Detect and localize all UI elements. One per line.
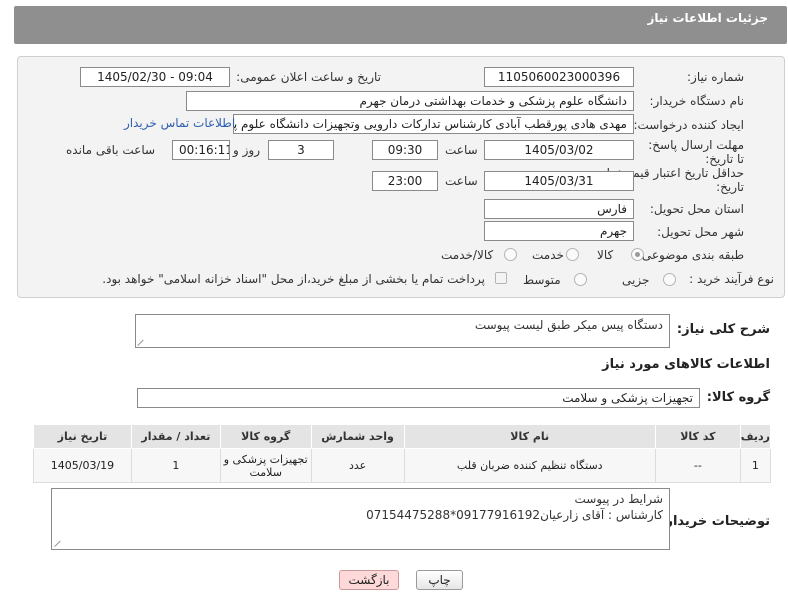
back-button[interactable]: بازگشت [339, 570, 399, 590]
category-radio-goods[interactable] [631, 248, 644, 261]
province-field: فارس [484, 199, 634, 219]
col-name: نام کالا [403, 424, 656, 449]
announce-label: تاریخ و ساعت اعلان عمومی: [236, 70, 381, 84]
remaining-time-label: ساعت باقی مانده [66, 143, 156, 157]
province-label: استان محل تحویل: [649, 202, 744, 216]
goods-table: ردیف کد کالا نام کالا واحد شمارش گروه کا… [33, 424, 772, 483]
requester-field: مهدی هادی پورقطب آبادی کارشناس تدارکات د… [233, 114, 634, 134]
process-option-medium: متوسط [523, 273, 561, 287]
cell-row: 1 [739, 448, 772, 483]
goods-group-field: تجهیزات پزشکی و سلامت [137, 388, 700, 408]
cell-date: 1405/03/19 [33, 448, 132, 483]
deadline-days-field: 3 [268, 140, 334, 160]
category-radio-goods-service[interactable] [504, 248, 517, 261]
deadline-time-label: ساعت [445, 143, 478, 157]
summary-resize-handle[interactable] [138, 338, 146, 346]
city-field: جهرم [484, 221, 634, 241]
cell-unit: عدد [310, 448, 405, 483]
process-option-minor: جزیی [622, 273, 650, 287]
category-label: طبقه بندی موضوعی: [637, 248, 744, 262]
summary-text: دستگاه پیس میکر طبق لیست پیوست [474, 318, 663, 332]
col-qty: تعداد / مقدار [130, 424, 221, 449]
buyer-org-field: دانشگاه علوم پزشکی و خدمات بهداشتی درمان… [186, 91, 634, 111]
process-radio-medium[interactable] [574, 273, 587, 286]
city-label: شهر محل تحویل: [657, 225, 744, 239]
print-button[interactable]: چاپ [416, 570, 463, 590]
goods-table-header: ردیف کد کالا نام کالا واحد شمارش گروه کا… [33, 424, 772, 449]
deadline-days-label: روز و [233, 143, 260, 157]
cell-code: -- [654, 448, 741, 483]
col-row: ردیف [739, 424, 772, 449]
cell-group: تجهیزات پزشکی و سلامت [219, 448, 312, 483]
price-validity-time-field: 23:00 [372, 171, 438, 191]
deadline-date-field: 1405/03/02 [484, 140, 634, 160]
buyer-org-label: نام دستگاه خریدار: [649, 94, 745, 108]
category-radio-service[interactable] [566, 248, 579, 261]
announce-field: 1405/02/30 - 09:04 [80, 67, 230, 87]
need-number-field: 1105060023000396 [484, 67, 634, 87]
col-group: گروه کالا [219, 424, 312, 449]
requester-label: ایجاد کننده درخواست: [633, 118, 744, 132]
deadline-label: مهلت ارسال پاسخ: تا تاریخ: [648, 138, 744, 166]
col-date: تاریخ نیاز [33, 424, 132, 449]
page-title: جزئیات اطلاعات نیاز [647, 11, 768, 25]
buyer-notes-line2: کارشناس : آقای زارعیان09177916192*071544… [366, 508, 663, 522]
buyer-notes-resize-handle[interactable] [55, 539, 63, 547]
table-row: 1 -- دستگاه تنظیم کننده ضربان قلب عدد تج… [33, 448, 772, 483]
category-option-goods-service: کالا/خدمت [441, 248, 494, 262]
buyer-notes-label: توضیحات خریدار: [660, 514, 770, 529]
summary-field[interactable]: دستگاه پیس میکر طبق لیست پیوست [135, 314, 670, 348]
col-unit: واحد شمارش [310, 424, 405, 449]
goods-section-title: اطلاعات کالاهای مورد نیاز [602, 357, 770, 372]
price-validity-time-label: ساعت [445, 174, 478, 188]
need-number-label: شماره نیاز: [687, 70, 744, 84]
remaining-time-field: 00:16:11 [172, 140, 230, 160]
goods-group-label: گروه کالا: [706, 390, 770, 405]
process-label: نوع فرآیند خرید : [689, 272, 774, 286]
category-option-service: خدمت [532, 248, 564, 262]
cell-name: دستگاه تنظیم کننده ضربان قلب [403, 448, 656, 483]
treasury-checkbox[interactable] [495, 272, 507, 284]
cell-qty: 1 [130, 448, 221, 483]
deadline-time-field: 09:30 [372, 140, 438, 160]
buyer-notes-line1: شرایط در پیوست [574, 492, 663, 506]
buyer-notes-field[interactable]: شرایط در پیوست کارشناس : آقای زارعیان091… [51, 488, 670, 550]
buyer-contact-link[interactable]: اطلاعات تماس خریدار [124, 116, 235, 130]
category-option-goods: کالا [597, 248, 614, 262]
treasury-note: پرداخت تمام یا بخشی از مبلغ خرید،از محل … [102, 272, 485, 286]
summary-label: شرح کلی نیاز: [676, 322, 770, 337]
price-validity-date-field: 1405/03/31 [484, 171, 634, 191]
process-radio-minor[interactable] [663, 273, 676, 286]
col-code: کد کالا [654, 424, 741, 449]
